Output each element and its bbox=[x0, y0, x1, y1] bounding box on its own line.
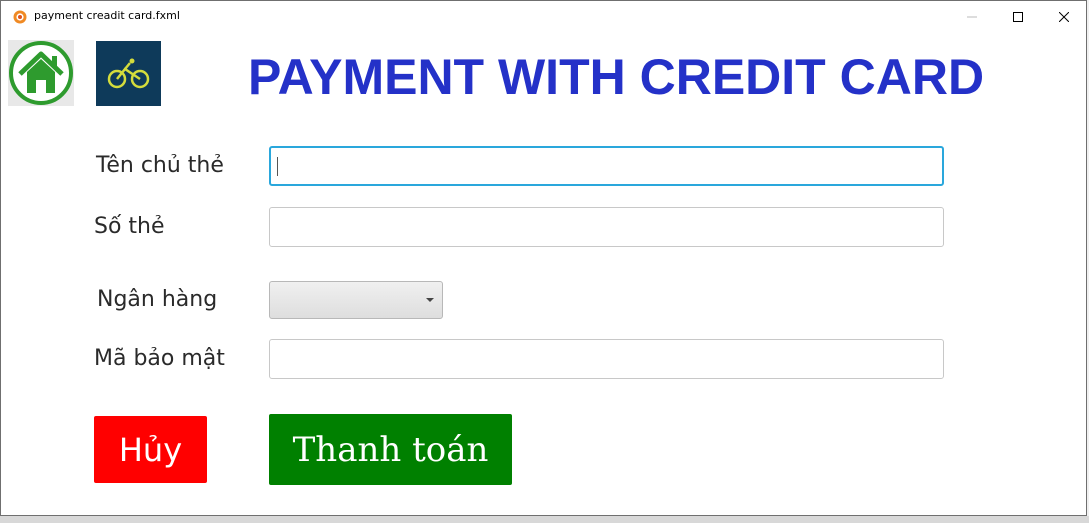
cardholder-input[interactable] bbox=[269, 146, 944, 186]
card-number-input[interactable] bbox=[269, 207, 944, 247]
window-bottom-edge bbox=[0, 516, 1089, 523]
bank-label: Ngân hàng bbox=[97, 287, 218, 312]
chevron-down-icon bbox=[426, 298, 434, 302]
pay-button[interactable]: Thanh toán bbox=[269, 414, 512, 485]
bicycle-icon bbox=[107, 58, 150, 89]
home-icon bbox=[9, 41, 73, 105]
cancel-button[interactable]: Hủy bbox=[94, 416, 207, 483]
card-number-label: Số thẻ bbox=[94, 214, 165, 239]
app-icon bbox=[13, 10, 27, 24]
close-icon bbox=[1059, 11, 1069, 22]
home-button[interactable] bbox=[8, 40, 74, 106]
app-window: payment creadit card.fxml PAYMENT WITH C… bbox=[0, 0, 1087, 516]
bicycle-logo bbox=[96, 41, 161, 106]
minimize-button[interactable] bbox=[949, 1, 995, 32]
minimize-icon bbox=[967, 16, 977, 17]
security-code-input[interactable] bbox=[269, 339, 944, 379]
title-bar[interactable]: payment creadit card.fxml bbox=[1, 1, 1086, 32]
page-title: PAYMENT WITH CREDIT CARD bbox=[247, 49, 985, 105]
maximize-button[interactable] bbox=[995, 1, 1041, 32]
close-button[interactable] bbox=[1041, 1, 1087, 32]
maximize-icon bbox=[1013, 11, 1023, 22]
bank-select[interactable] bbox=[269, 281, 443, 319]
cardholder-label: Tên chủ thẻ bbox=[96, 153, 224, 178]
window-title: payment creadit card.fxml bbox=[34, 9, 180, 22]
text-caret bbox=[277, 157, 278, 176]
security-code-label: Mã bảo mật bbox=[94, 346, 225, 371]
